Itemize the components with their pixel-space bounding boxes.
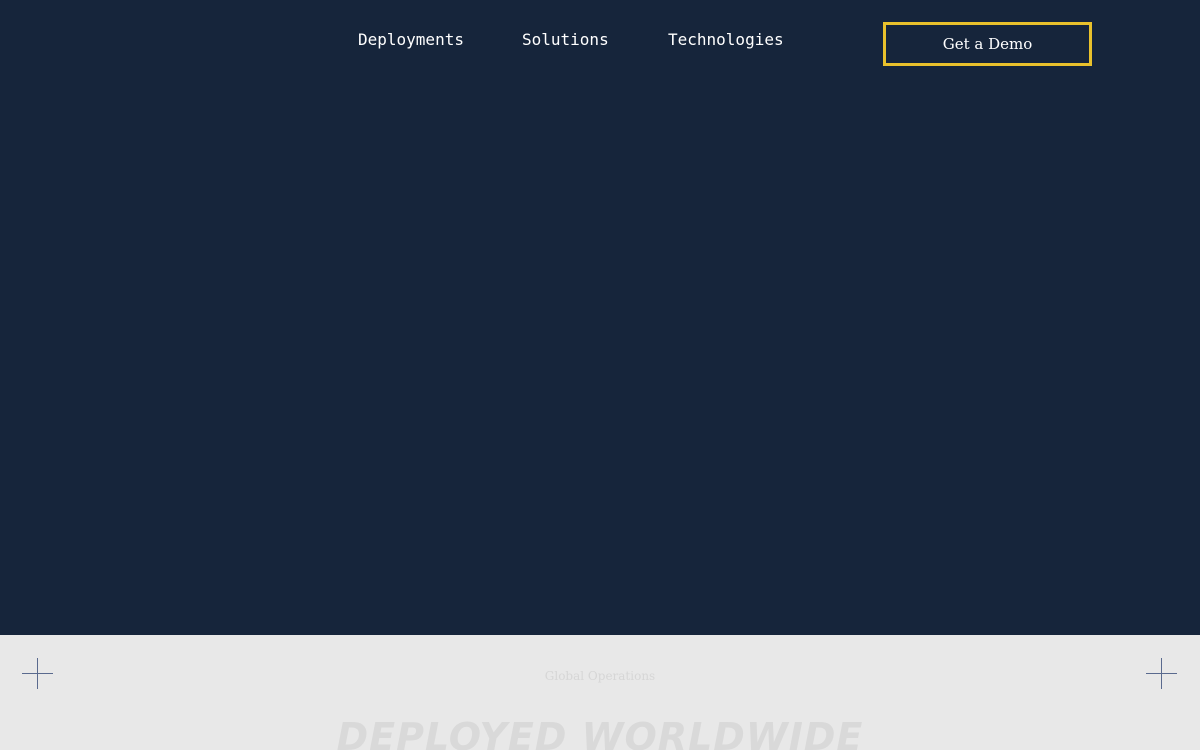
nav-link-deployments[interactable]: Deployments — [358, 30, 464, 50]
nav-link-technologies[interactable]: Technologies — [668, 30, 784, 50]
global-operations-section: Global Operations DEPLOYED WORLDWIDE — [0, 635, 1200, 750]
nav-link-solutions[interactable]: Solutions — [522, 30, 609, 50]
section-title: DEPLOYED WORLDWIDE — [336, 715, 864, 750]
hero-section: Deployments Solutions Technologies Get a… — [0, 0, 1200, 635]
top-nav: Deployments Solutions Technologies Get a… — [0, 0, 1200, 80]
section-eyebrow: Global Operations — [544, 669, 656, 683]
get-a-demo-button[interactable]: Get a Demo — [883, 22, 1092, 66]
